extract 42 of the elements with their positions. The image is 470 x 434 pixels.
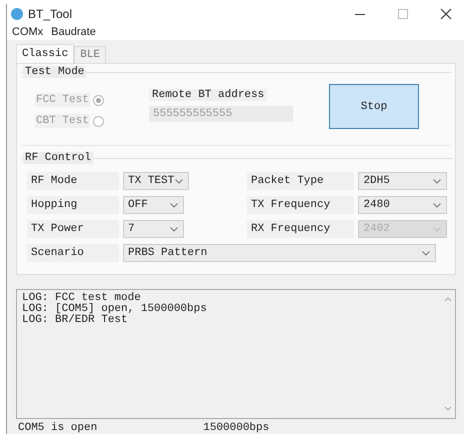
window-title: BT_Tool [28, 7, 72, 21]
group-title: RF Control [23, 152, 94, 164]
tab[interactable]: Classic [16, 44, 74, 63]
field-label: Hopping [27, 196, 119, 214]
close-icon[interactable] [440, 8, 452, 20]
scroll-down-icon[interactable] [444, 406, 452, 412]
dropdown[interactable]: 2DH5 [358, 172, 447, 190]
field-label: RX Frequency [247, 220, 354, 238]
stop-button[interactable]: Stop [329, 84, 419, 129]
field-label: TX Power [27, 220, 119, 238]
dropdown[interactable]: 7 [123, 220, 184, 238]
group-title: Test Mode [23, 66, 86, 78]
tab[interactable]: BLE [74, 46, 106, 63]
radio-label: CBT Test [35, 114, 90, 128]
radio-label: FCC Test [35, 93, 90, 107]
dropdown[interactable]: 2480 [358, 196, 447, 214]
dropdown[interactable]: OFF [123, 196, 184, 214]
field-label: Packet Type [247, 172, 354, 190]
field-label: Scenario [27, 244, 119, 262]
chevron-down-icon [170, 226, 178, 232]
chevron-down-icon [175, 178, 183, 184]
maximize-icon[interactable] [397, 8, 409, 20]
address-label: Remote BT address [149, 89, 268, 101]
scroll-up-icon[interactable] [444, 296, 452, 302]
log-line: LOG: BR/EDR Test [22, 315, 129, 326]
dropdown[interactable]: TX TEST [123, 172, 189, 190]
field-label: RF Mode [27, 172, 119, 190]
menu-item[interactable]: COMx [12, 26, 44, 38]
menu-item[interactable]: Baudrate [51, 26, 96, 38]
chevron-down-icon [433, 178, 441, 184]
log-area[interactable]: LOG: FCC test mode LOG: [COM5] open, 1500000bps LOG: BR/EDR Test [16, 289, 456, 419]
chevron-down-icon [433, 202, 441, 208]
log-line: LOG: FCC test mode [22, 293, 142, 304]
status-text: COM5 is open [18, 422, 98, 434]
chevron-down-icon [422, 250, 430, 256]
chevron-down-icon [433, 226, 441, 232]
log-line: LOG: [COM5] open, 1500000bps [22, 304, 208, 315]
chevron-down-icon [170, 202, 178, 208]
status-text: 1500000bps [203, 422, 270, 434]
app-icon [11, 8, 23, 20]
dropdown[interactable]: PRBS Pattern [123, 244, 436, 262]
field-label: TX Frequency [247, 196, 354, 214]
